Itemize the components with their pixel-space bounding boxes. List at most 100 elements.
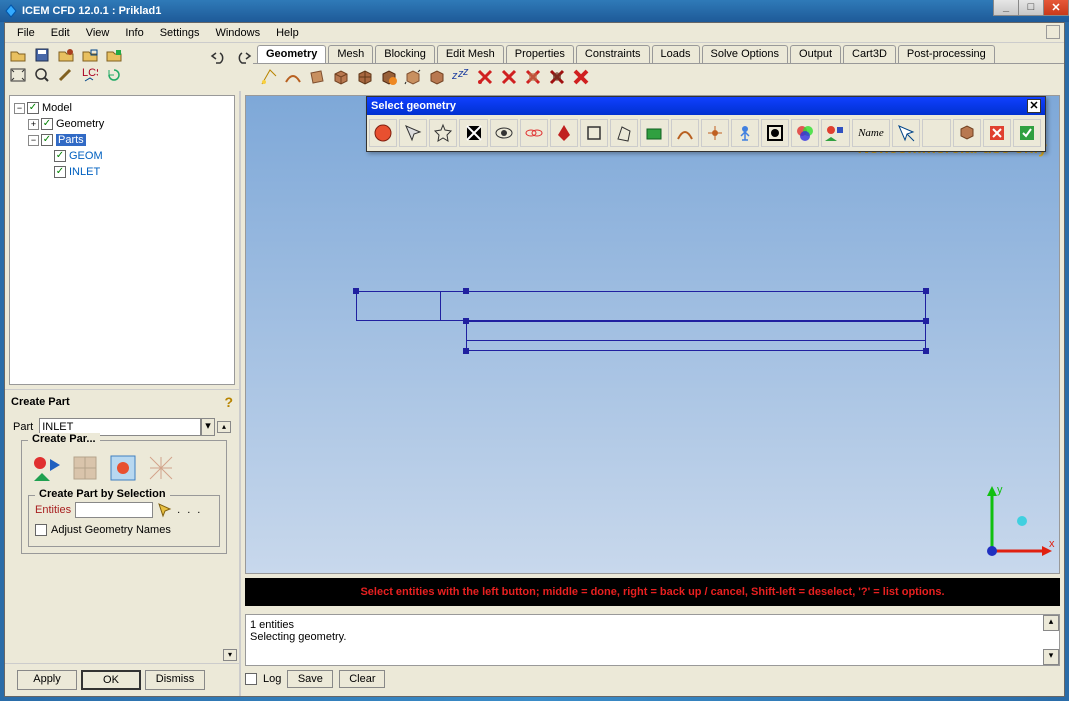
measure-icon[interactable] [55, 65, 77, 85]
tree-parts[interactable]: − ✓ Parts [14, 132, 230, 148]
fit-icon[interactable] [7, 65, 29, 85]
create-by-region-icon[interactable] [106, 451, 140, 485]
create-curve-icon[interactable] [281, 66, 305, 88]
zoom-icon[interactable] [31, 65, 53, 85]
delete-body-icon[interactable] [545, 66, 569, 88]
create-assembly-icon[interactable] [68, 451, 102, 485]
repair-icon[interactable] [377, 66, 401, 88]
pick-cursor-icon[interactable] [157, 502, 173, 518]
check-icon[interactable]: ✓ [54, 166, 66, 178]
save-icon[interactable] [31, 45, 53, 65]
minimize-button[interactable]: _ [993, 0, 1019, 16]
check-icon[interactable]: ✓ [27, 102, 39, 114]
tab-editmesh[interactable]: Edit Mesh [437, 45, 504, 63]
delete-all-icon[interactable] [569, 66, 593, 88]
geom-handle[interactable] [463, 348, 469, 354]
select-polygon-icon[interactable] [610, 119, 638, 147]
scroll-up-icon[interactable]: ▴ [1043, 615, 1059, 631]
sleep-icon[interactable]: zzz [449, 66, 473, 88]
done-icon[interactable] [1013, 119, 1041, 147]
open-mesh-icon[interactable] [79, 45, 101, 65]
tree-geometry[interactable]: + ✓ Geometry [14, 116, 230, 132]
ok-button[interactable]: OK [81, 670, 141, 690]
create-faceted-icon[interactable] [353, 66, 377, 88]
clear-log-button[interactable]: Clear [339, 670, 385, 688]
dropdown-icon[interactable]: ▾ [201, 418, 215, 436]
geom-handle[interactable] [923, 288, 929, 294]
menu-file[interactable]: File [9, 25, 43, 41]
check-icon[interactable]: ✓ [41, 118, 53, 130]
scroll-up-icon[interactable]: ▴ [217, 421, 231, 433]
select-visible-icon[interactable] [490, 119, 518, 147]
geometry-rect-bot[interactable] [466, 321, 926, 351]
check-icon[interactable]: ✓ [54, 150, 66, 162]
save-log-button[interactable]: Save [287, 670, 333, 688]
create-body-icon[interactable] [329, 66, 353, 88]
select-point-icon[interactable] [701, 119, 729, 147]
log-checkbox[interactable] [245, 673, 257, 685]
select-surface-icon[interactable] [640, 119, 668, 147]
select-none-icon[interactable] [459, 119, 487, 147]
geom-handle[interactable] [463, 288, 469, 294]
create-surface-icon[interactable] [305, 66, 329, 88]
menu-windows[interactable]: Windows [207, 25, 268, 41]
geometry-rect-top[interactable] [356, 291, 926, 321]
undo-select-icon[interactable] [953, 119, 981, 147]
maximize-button[interactable]: □ [1018, 0, 1044, 16]
select-box-icon[interactable] [580, 119, 608, 147]
menu-settings[interactable]: Settings [152, 25, 208, 41]
restore-icon[interactable] [1046, 25, 1060, 39]
menu-view[interactable]: View [78, 25, 118, 41]
apply-button[interactable]: Apply [17, 670, 77, 690]
select-all-icon[interactable] [429, 119, 457, 147]
menu-info[interactable]: Info [117, 25, 151, 41]
adjust-checkbox[interactable] [35, 524, 47, 536]
shapes-icon[interactable] [821, 119, 849, 147]
open-geom-icon[interactable] [55, 45, 77, 65]
select-body-icon[interactable] [731, 119, 759, 147]
geom-handle[interactable] [353, 288, 359, 294]
tab-mesh[interactable]: Mesh [328, 45, 373, 63]
entities-input[interactable] [75, 502, 153, 518]
select-by-name[interactable]: Name [852, 119, 891, 147]
create-by-selection-icon[interactable] [30, 451, 64, 485]
create-point-icon[interactable] [257, 66, 281, 88]
tab-post[interactable]: Post-processing [898, 45, 995, 63]
close-button[interactable]: ✕ [1043, 0, 1069, 16]
open-block-icon[interactable] [103, 45, 125, 65]
select-mode-icon[interactable] [369, 119, 397, 147]
help-icon[interactable]: ? [224, 394, 233, 410]
expand-icon[interactable]: − [28, 135, 39, 146]
select-linked-icon[interactable] [520, 119, 548, 147]
tree-geom[interactable]: ✓ GEOM [14, 148, 230, 164]
select-curve-icon[interactable] [671, 119, 699, 147]
tree-inlet[interactable]: ✓ INLET [14, 164, 230, 180]
select-part-icon[interactable] [761, 119, 789, 147]
tree-model[interactable]: − ✓ Model [14, 100, 230, 116]
create-by-mesh-icon[interactable] [144, 451, 178, 485]
log-text[interactable]: 1 entities Selecting geometry. ▴ ▾ [245, 614, 1060, 666]
tab-properties[interactable]: Properties [506, 45, 574, 63]
open-icon[interactable] [7, 45, 29, 65]
tab-loads[interactable]: Loads [652, 45, 700, 63]
geometry-rect-left[interactable] [356, 291, 441, 321]
viewport-3d[interactable]: Select geometry ✕ [245, 95, 1060, 574]
tab-cart3d[interactable]: Cart3D [843, 45, 896, 63]
geom-handle[interactable] [463, 318, 469, 324]
accept-icon[interactable] [892, 119, 920, 147]
delete-point-icon[interactable] [473, 66, 497, 88]
expand-icon[interactable]: + [28, 119, 39, 130]
restore-dormant-icon[interactable] [425, 66, 449, 88]
delete-surface-icon[interactable] [521, 66, 545, 88]
select-cursor-icon[interactable] [399, 119, 427, 147]
model-tree[interactable]: − ✓ Model + ✓ Geometry − ✓ Parts ✓ GEOM [9, 95, 235, 385]
expand-icon[interactable]: − [14, 103, 25, 114]
cancel-icon[interactable] [983, 119, 1011, 147]
scroll-down-icon[interactable]: ▾ [1043, 649, 1059, 665]
more-icon[interactable]: . . . [177, 504, 202, 516]
undo-icon[interactable] [209, 47, 229, 67]
tab-output[interactable]: Output [790, 45, 841, 63]
tab-blocking[interactable]: Blocking [375, 45, 435, 63]
geom-handle[interactable] [923, 348, 929, 354]
tab-geometry[interactable]: Geometry [257, 45, 326, 63]
